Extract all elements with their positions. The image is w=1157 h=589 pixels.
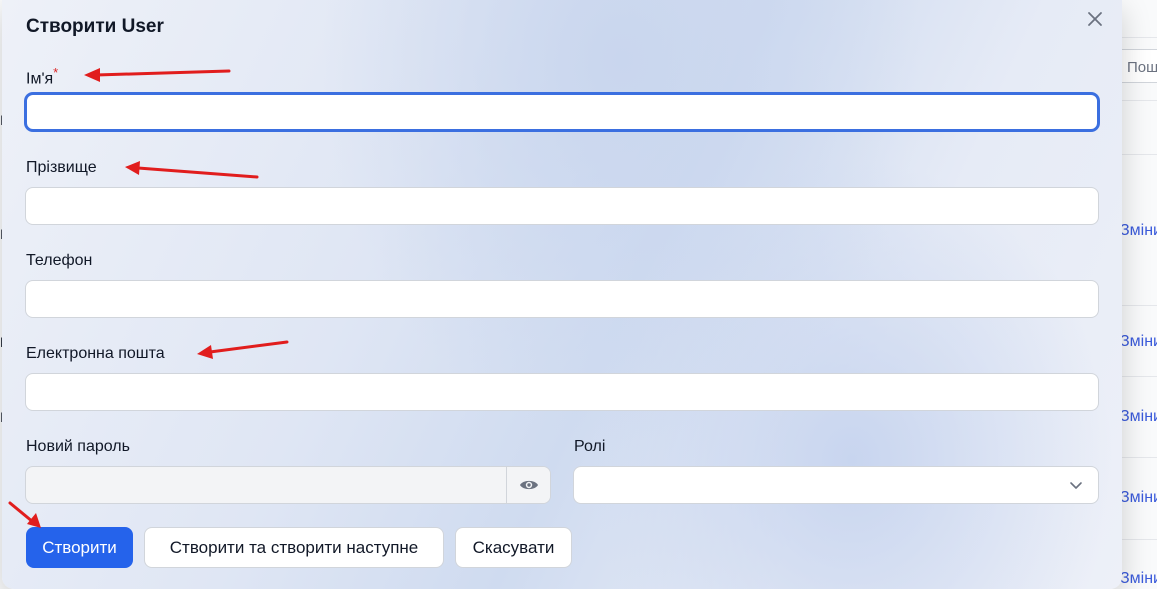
password-input[interactable] — [25, 466, 551, 504]
first-name-input[interactable] — [25, 93, 1099, 131]
cancel-button[interactable]: Скасувати — [455, 527, 572, 568]
modal-title: Створити User — [26, 16, 164, 37]
email-label: Електронна пошта — [26, 345, 165, 362]
background-edit-link[interactable]: Змінит — [1120, 222, 1157, 240]
eye-icon — [519, 480, 538, 490]
phone-input[interactable] — [25, 280, 1099, 318]
first-name-label: Ім'я* — [26, 65, 58, 88]
background-divider — [1118, 100, 1157, 101]
background-edit-link[interactable]: Змінит — [1120, 489, 1157, 507]
create-user-modal: Створити User Ім'я* Прізвище Телефон Еле… — [2, 0, 1122, 589]
background-divider — [1118, 457, 1157, 458]
background-divider — [1118, 154, 1157, 155]
email-input[interactable] — [25, 373, 1099, 411]
last-name-label: Прізвище — [26, 159, 97, 176]
last-name-input[interactable] — [25, 187, 1099, 225]
background-edit-link[interactable]: Змінит — [1120, 408, 1157, 426]
chevron-down-icon — [1070, 482, 1082, 489]
background-divider — [1118, 539, 1157, 540]
background-divider — [1118, 305, 1157, 306]
create-and-create-another-button[interactable]: Створити та створити наступне — [144, 527, 444, 568]
phone-label: Телефон — [26, 252, 93, 269]
background-divider — [1118, 37, 1157, 38]
background-edit-link[interactable]: Змінит — [1120, 333, 1157, 351]
background-edit-link[interactable]: Змінит — [1120, 570, 1157, 588]
show-password-button[interactable] — [506, 467, 550, 503]
close-button[interactable] — [1084, 8, 1106, 30]
first-name-label-text: Ім'я — [26, 70, 54, 88]
roles-select[interactable] — [573, 466, 1099, 504]
create-button[interactable]: Створити — [26, 527, 133, 568]
close-icon — [1088, 12, 1102, 26]
password-label: Новий пароль — [26, 438, 130, 455]
background-divider — [1118, 376, 1157, 377]
required-mark: * — [53, 65, 59, 80]
roles-label: Ролі — [574, 438, 606, 455]
